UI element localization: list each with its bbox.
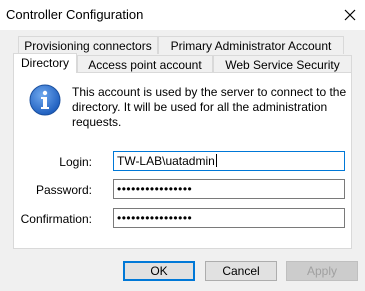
password-label: Password:: [35, 183, 92, 197]
apply-button[interactable]: Apply: [286, 261, 358, 281]
text-caret: [215, 154, 217, 167]
tab-provisioning-connectors[interactable]: Provisioning connectors: [18, 36, 158, 54]
cancel-button[interactable]: Cancel: [205, 261, 277, 281]
tab-web-service-security[interactable]: Web Service Security: [213, 55, 352, 73]
password-value: ••••••••••••••••: [117, 182, 193, 196]
window-title: Controller Configuration: [6, 7, 144, 22]
login-field[interactable]: TW-LAB\uatadmin: [113, 151, 345, 171]
title-bar: Controller Configuration: [0, 0, 365, 30]
tab-primary-administrator-account[interactable]: Primary Administrator Account: [158, 36, 344, 54]
login-label: Login:: [59, 155, 92, 169]
confirmation-field[interactable]: ••••••••••••••••: [113, 208, 345, 228]
password-field[interactable]: ••••••••••••••••: [113, 179, 345, 199]
confirmation-value: ••••••••••••••••: [117, 211, 193, 225]
close-icon: [344, 9, 356, 21]
tab-directory[interactable]: Directory: [13, 53, 77, 73]
tab-access-point-account[interactable]: Access point account: [77, 55, 213, 73]
ok-button[interactable]: OK: [123, 261, 195, 281]
login-value: TW-LAB\uatadmin: [117, 154, 215, 168]
dialog-client-area: Provisioning connectors Primary Administ…: [0, 30, 365, 291]
directory-tab-panel: This account is used by the server to co…: [13, 72, 352, 249]
info-message: This account is used by the server to co…: [72, 85, 347, 129]
tab-label: Provisioning connectors: [24, 39, 152, 53]
info-icon: [29, 84, 61, 116]
confirmation-label: Confirmation:: [20, 212, 92, 226]
tab-label: Primary Administrator Account: [170, 39, 332, 53]
tab-label: Access point account: [88, 58, 202, 72]
tab-label: Web Service Security: [225, 58, 340, 72]
close-button[interactable]: [335, 0, 365, 30]
tab-label: Directory: [20, 56, 69, 70]
